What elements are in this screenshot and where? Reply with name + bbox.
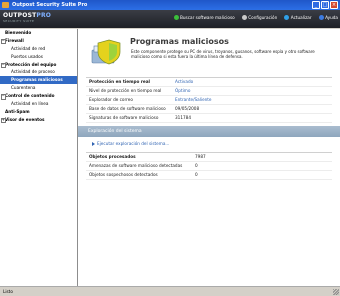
logo-text: OUTPOST (3, 12, 37, 19)
sidebar-item-label: Firewall (5, 37, 24, 43)
setting-link[interactable]: Activado (175, 78, 332, 86)
window-controls: _ □ × (312, 1, 338, 9)
sidebar-item-label: Actividad de red (11, 45, 46, 51)
expand-icon[interactable]: + (0, 117, 6, 124)
sidebar-item[interactable]: Anti-Spam (0, 108, 77, 116)
minimize-button[interactable]: _ (312, 1, 320, 9)
page-title: Programas maliciosos (130, 37, 229, 46)
row-value: 09/05/2008 (175, 106, 200, 111)
sidebar-item[interactable]: Actividad en línea (0, 100, 77, 108)
scan-stats-table: Objetos procesados 7987 Amenazas de softwa… (86, 152, 332, 180)
close-button[interactable]: × (330, 1, 338, 9)
logo-suffix: PRO (36, 12, 52, 19)
protection-info-table: Protección en tiempo real Activado Nivel d… (86, 77, 332, 123)
sidebar-item-label: Control de contenido (5, 93, 55, 99)
row-value: 0 (195, 172, 198, 177)
table-row: Objetos procesados 7987 (86, 153, 332, 162)
sidebar-item[interactable]: Puertos usados (0, 53, 77, 61)
toolbar-search-button[interactable]: Buscar software malicioso (173, 15, 235, 20)
toolbar-label: Actualizar (290, 15, 312, 20)
system-scan-header: Exploración del sistema (78, 126, 340, 137)
row-label: Objetos procesados (89, 154, 136, 159)
title-bar: Outpost Security Suite Pro _ □ × (0, 0, 340, 10)
collapse-icon[interactable]: − (0, 38, 6, 45)
toolbar-refresh-button[interactable]: Actualizar (284, 15, 312, 20)
row-label: Protección en tiempo real (89, 79, 150, 84)
sidebar-item-label: Actividad de proceso (11, 69, 55, 75)
sidebar-item-label: Protección del equipo (5, 61, 57, 67)
sidebar-item-label: Actividad en línea (11, 101, 49, 107)
setting-link[interactable]: Óptimo (175, 87, 332, 95)
sidebar-item[interactable]: − Firewall (0, 37, 77, 45)
sidebar-item-label: Cuarentena (11, 85, 36, 91)
component-description: Este componente protege su PC de virus, … (131, 49, 315, 59)
row-label: Objetos sospechosos detectados (89, 172, 158, 177)
sidebar-item[interactable]: − Protección del equipo (0, 61, 77, 69)
sidebar-item-label: Puertos usados (11, 53, 43, 59)
sidebar-item-label: Programas maliciosos (11, 77, 63, 83)
window-title: Outpost Security Suite Pro (12, 2, 88, 8)
search-icon (173, 15, 179, 20)
row-label: Base de datos de software malicioso (89, 106, 166, 111)
toolbar-label: Ayuda (325, 15, 338, 20)
navigation-sidebar: Bienvenido − Firewall Actividad de red Puert… (0, 29, 78, 286)
app-icon (2, 2, 9, 8)
row-label: Explorador de correo (89, 97, 133, 102)
table-row: Protección en tiempo real Activado (86, 78, 332, 87)
sidebar-item[interactable]: Programas maliciosos (0, 76, 77, 85)
toolbar: OUTPOSTPRO SECURITY SUITE Buscar softwar… (0, 10, 340, 28)
table-row: Objetos sospechosos detectados 0 (86, 171, 332, 180)
outpost-logo: OUTPOSTPRO SECURITY SUITE (3, 12, 57, 26)
resize-grip-icon[interactable] (333, 289, 339, 295)
arrow-right-icon (92, 141, 95, 146)
toolbar-label: Buscar software malicioso (180, 15, 235, 20)
gear-icon (241, 15, 247, 20)
main-panel: Programas maliciosos Este componente pro… (78, 29, 340, 286)
logo-subtext: SECURITY SUITE (3, 19, 35, 23)
status-bar: Listo (0, 286, 340, 296)
sidebar-item[interactable]: − Control de contenido (0, 92, 77, 100)
sidebar-item[interactable]: + Visor de eventos (0, 116, 77, 124)
maximize-button[interactable]: □ (321, 1, 329, 9)
row-value: 0 (195, 163, 198, 168)
table-row: Signaturas de software malicioso 311784 (86, 114, 332, 123)
sidebar-item-label: Anti-Spam (5, 108, 30, 114)
sidebar-item[interactable]: Cuarentena (0, 84, 77, 92)
sidebar-item[interactable]: Bienvenido (0, 29, 77, 37)
toolbar-label: Configuración (248, 15, 278, 20)
sidebar-item-label: Bienvenido (5, 30, 32, 35)
row-label: Signaturas de software malicioso (89, 115, 159, 120)
toolbar-actions: Buscar software malicioso Configuración Ac… (173, 15, 338, 20)
component-header: Programas maliciosos Este componente pro… (78, 29, 340, 76)
status-text: Listo (3, 289, 13, 294)
help-icon (318, 15, 324, 20)
sidebar-item[interactable]: Actividad de red (0, 45, 77, 53)
refresh-icon (284, 15, 290, 20)
run-scan-label[interactable]: Ejecutar exploración del sistema... (97, 141, 169, 146)
toolbar-gear-button[interactable]: Configuración (241, 15, 278, 20)
row-value: 7987 (195, 154, 206, 159)
row-label: Nivel de protección en tiempo real (89, 88, 162, 93)
collapse-icon[interactable]: − (0, 62, 6, 69)
sidebar-item[interactable]: Actividad de proceso (0, 68, 77, 76)
collapse-icon[interactable]: − (0, 94, 6, 100)
toolbar-help-button[interactable]: Ayuda (318, 15, 338, 20)
table-row: Nivel de protección en tiempo real Óptimo (86, 87, 332, 96)
malware-protection-icon (91, 39, 121, 65)
table-row: Base de datos de software malicioso 09/05… (86, 105, 332, 114)
table-row: Explorador de correo Entrante/Saliente (86, 96, 332, 105)
row-value: 311784 (175, 115, 191, 120)
run-scan-link[interactable]: Ejecutar exploración del sistema... (92, 141, 169, 146)
sidebar-item-label: Visor de eventos (5, 116, 45, 122)
row-label: Amenazas de software malicioso detectada… (89, 163, 183, 168)
setting-link[interactable]: Entrante/Saliente (175, 96, 332, 104)
table-row: Amenazas de software malicioso detectada… (86, 162, 332, 171)
